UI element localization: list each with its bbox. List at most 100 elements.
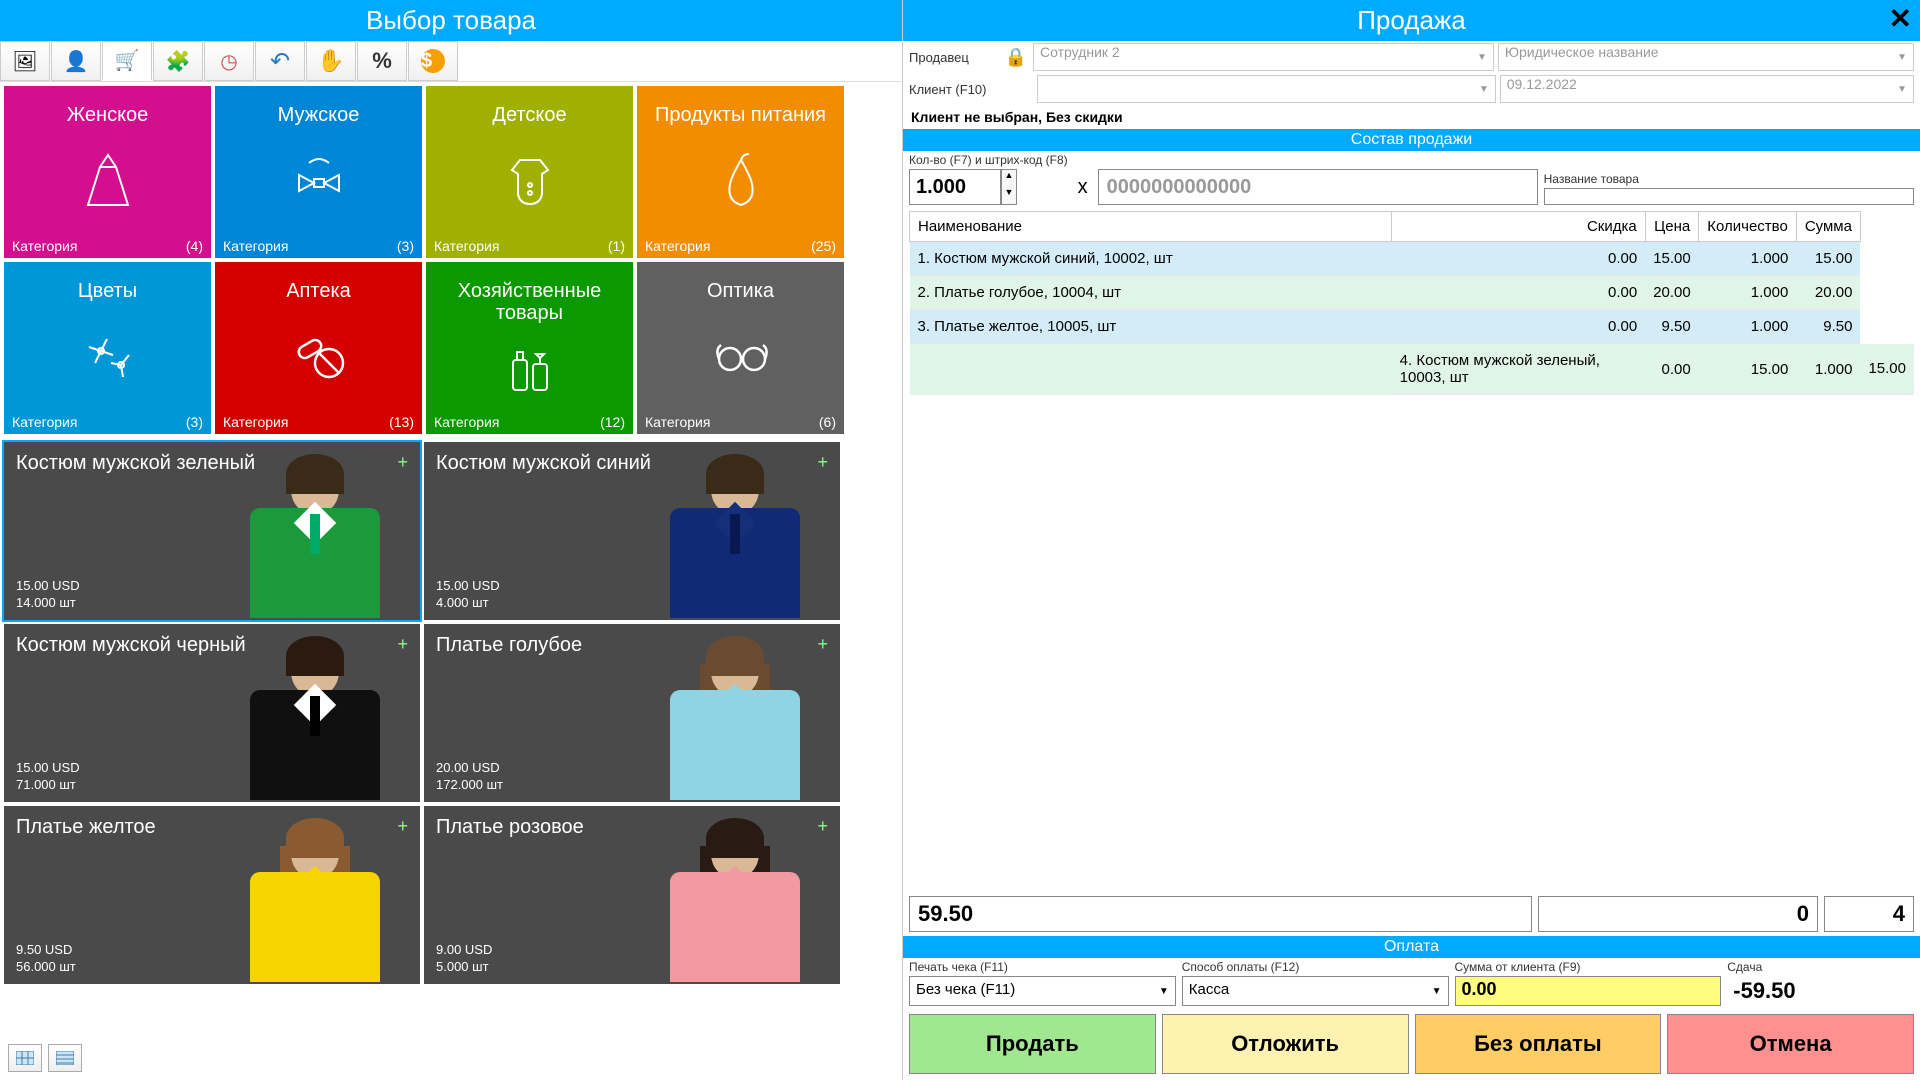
product-image [220, 634, 410, 802]
cell-qty: 1.000 [1699, 276, 1797, 310]
cell-name: 1. Костюм мужской синий, 10002, шт [910, 242, 1392, 276]
total-sum: 59.50 [909, 896, 1532, 932]
cell-name: 4. Костюм мужской зеленый, 10003, шт [1392, 344, 1646, 395]
category-count: (3) [186, 414, 203, 430]
product-grid: Костюм мужской зеленый + 15.00 USD14.000… [0, 438, 902, 988]
amount-label: Сумма от клиента (F9) [1455, 960, 1722, 974]
cell-price: 20.00 [1645, 276, 1699, 310]
category-footer-label: Категория [223, 238, 288, 254]
seller-label: Продавец [909, 50, 999, 65]
category-tile-7[interactable]: Оптика Категория(6) [637, 262, 844, 434]
category-title: Цветы [78, 280, 137, 302]
receipt-select[interactable]: Без чека (F11)▼ [909, 976, 1176, 1006]
legal-select[interactable]: Юридическое название▼ [1498, 43, 1914, 71]
cell-qty: 1.000 [1699, 310, 1797, 344]
col-price[interactable]: Цена [1645, 212, 1699, 242]
category-tile-5[interactable]: Аптека Категория(13) [215, 262, 422, 434]
date-select[interactable]: 09.12.2022▼ [1500, 75, 1914, 103]
lock-icon[interactable]: 🔒 [1003, 44, 1029, 70]
product-info: 15.00 USD4.000 шт [436, 578, 500, 612]
barcode-input[interactable] [1098, 169, 1538, 205]
percent-icon[interactable]: % [357, 41, 407, 81]
person-icon[interactable]: 👤 [51, 41, 101, 81]
table-row[interactable]: 1. Костюм мужской синий, 10002, шт 0.00 … [910, 242, 1915, 276]
receipt-label: Печать чека (F11) [909, 960, 1176, 974]
qty-label: Кол-во (F7) и штрих-код (F8) [909, 153, 1068, 167]
table-row[interactable]: 3. Платье желтое, 10005, шт 0.00 9.50 1.… [910, 310, 1915, 344]
product-image [640, 816, 830, 984]
seller-select[interactable]: Сотрудник 2▼ [1033, 43, 1494, 71]
right-title: Продажа ✕ [903, 0, 1920, 41]
bottles-icon [495, 324, 565, 410]
left-toolbar: 🖼👤🛒🧩◷↶✋%$ [0, 41, 902, 82]
category-title: Женское [67, 104, 149, 126]
col-name[interactable]: Наименование [910, 212, 1392, 242]
coin-icon[interactable]: $ [408, 41, 458, 81]
hold-button[interactable]: Отложить [1162, 1014, 1409, 1074]
product-tile-2[interactable]: Костюм мужской черный + 15.00 USD71.000 … [4, 624, 420, 802]
change-value: -59.50 [1727, 976, 1914, 1006]
cell-sum: 20.00 [1796, 276, 1860, 310]
cell-qty: 1.000 [1699, 242, 1797, 276]
total-mid: 0 [1538, 896, 1818, 932]
qty-input[interactable] [909, 169, 1001, 205]
col-discount[interactable]: Скидка [1392, 212, 1646, 242]
client-label: Клиент (F10) [909, 82, 999, 97]
product-image [640, 634, 830, 802]
product-tile-3[interactable]: Платье голубое + 20.00 USD172.000 шт [424, 624, 840, 802]
category-footer-label: Категория [12, 238, 77, 254]
category-tile-2[interactable]: Детское Категория(1) [426, 86, 633, 258]
category-count: (4) [186, 238, 203, 254]
sale-table: Наименование Скидка Цена Количество Сумм… [909, 211, 1914, 395]
product-tile-1[interactable]: Костюм мужской синий + 15.00 USD4.000 шт [424, 442, 840, 620]
composition-bar: Состав продажи [903, 129, 1920, 151]
total-qty: 4 [1824, 896, 1914, 932]
picture-icon[interactable]: 🖼 [0, 41, 50, 81]
view-list-button[interactable] [48, 1044, 82, 1072]
cancel-button[interactable]: Отмена [1667, 1014, 1914, 1074]
method-select[interactable]: Касса▼ [1182, 976, 1449, 1006]
category-title: Аптека [286, 280, 351, 302]
category-tile-0[interactable]: Женское Категория (4) [4, 86, 211, 258]
category-tile-3[interactable]: Продукты питания Категория(25) [637, 86, 844, 258]
product-tile-0[interactable]: Костюм мужской зеленый + 15.00 USD14.000… [4, 442, 420, 620]
clock-icon[interactable]: ◷ [204, 41, 254, 81]
nopay-button[interactable]: Без оплаты [1415, 1014, 1662, 1074]
client-select[interactable]: ▼ [1037, 75, 1496, 103]
category-footer-label: Категория [12, 414, 77, 430]
category-footer-label: Категория [434, 238, 499, 254]
cart-icon[interactable]: 🛒 [102, 41, 152, 81]
amount-input[interactable]: 0.00 [1455, 976, 1722, 1006]
cell-discount: 0.00 [1392, 276, 1646, 310]
table-row[interactable]: 2. Платье голубое, 10004, шт 0.00 20.00 … [910, 276, 1915, 310]
category-tile-4[interactable]: Цветы Категория (3) [4, 262, 211, 434]
category-title: Хозяйственные товары [426, 280, 633, 324]
product-name-input[interactable] [1544, 188, 1914, 205]
category-count: (13) [389, 414, 414, 430]
view-grid-button[interactable] [8, 1044, 42, 1072]
product-tile-4[interactable]: Платье желтое + 9.50 USD56.000 шт [4, 806, 420, 984]
puzzle-icon[interactable]: 🧩 [153, 41, 203, 81]
cell-price: 15.00 [1699, 344, 1797, 395]
col-sum[interactable]: Сумма [1796, 212, 1860, 242]
col-qty[interactable]: Количество [1699, 212, 1797, 242]
flower-icon [73, 302, 143, 410]
qty-spinner[interactable]: ▲▼ [1001, 169, 1017, 205]
product-tile-5[interactable]: Платье розовое + 9.00 USD5.000 шт [424, 806, 840, 984]
method-label: Способ оплаты (F12) [1182, 960, 1449, 974]
cell-discount: 0.00 [1392, 310, 1646, 344]
close-icon[interactable]: ✕ [1889, 2, 1912, 35]
product-info: 9.50 USD56.000 шт [16, 942, 76, 976]
undo-icon[interactable]: ↶ [255, 41, 305, 81]
category-footer-label: Категория [434, 414, 499, 430]
product-info: 20.00 USD172.000 шт [436, 760, 503, 794]
pills-icon [284, 302, 354, 410]
cell-sum: 9.50 [1796, 310, 1860, 344]
hand-icon[interactable]: ✋ [306, 41, 356, 81]
category-tile-1[interactable]: Мужское Категория(3) [215, 86, 422, 258]
table-row[interactable]: 4. Костюм мужской зеленый, 10003, шт 0.0… [910, 344, 1915, 395]
category-tile-6[interactable]: Хозяйственные товары Категория(12) [426, 262, 633, 434]
sell-button[interactable]: Продать [909, 1014, 1156, 1074]
payment-bar: Оплата [903, 936, 1920, 958]
change-label: Сдача [1727, 960, 1914, 974]
